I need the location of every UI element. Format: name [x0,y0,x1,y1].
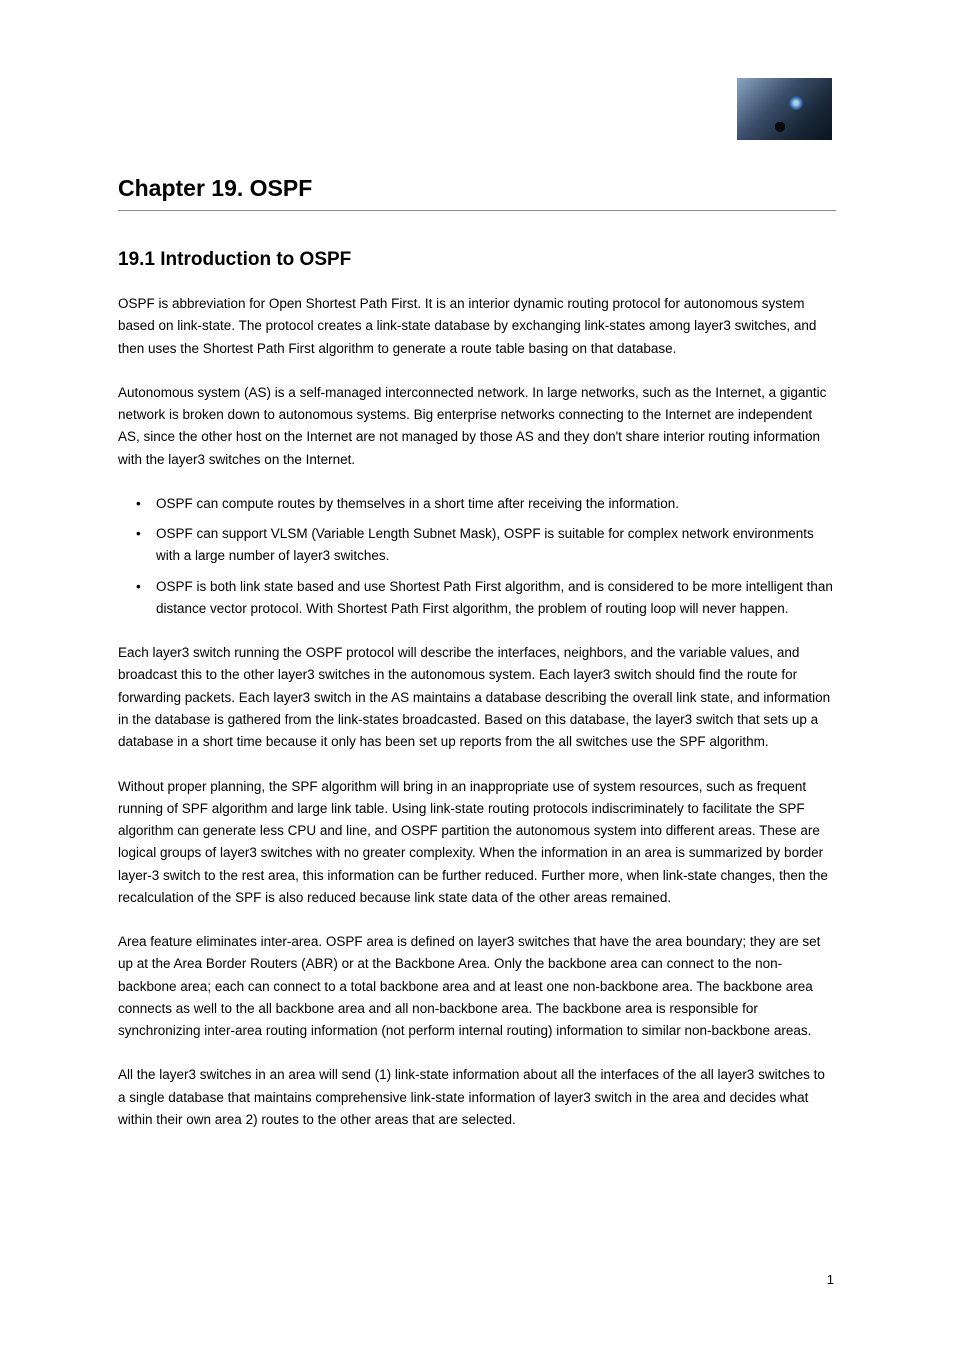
logo-nose-detail [775,122,785,132]
body-paragraph-2: Without proper planning, the SPF algorit… [118,776,836,910]
body-paragraph-3: Area feature eliminates inter-area. OSPF… [118,931,836,1042]
list-item: OSPF is both link state based and use Sh… [118,576,836,621]
wolf-eye-logo [737,78,832,140]
list-item: OSPF can support VLSM (Variable Length S… [118,523,836,568]
body-paragraph-4: All the layer3 switches in an area will … [118,1064,836,1131]
body-paragraph-1: Each layer3 switch running the OSPF prot… [118,642,836,753]
title-divider [118,210,836,211]
chapter-title: Chapter 19. OSPF [118,175,836,202]
intro-paragraph-1: OSPF is abbreviation for Open Shortest P… [118,293,836,360]
section-heading: 19.1 Introduction to OSPF [118,249,836,271]
list-item: OSPF can compute routes by themselves in… [118,493,836,515]
intro-paragraph-2: Autonomous system (AS) is a self-managed… [118,382,836,471]
feature-list: OSPF can compute routes by themselves in… [118,493,836,620]
logo-eye-detail [789,96,803,110]
page-number: 1 [827,1272,834,1287]
